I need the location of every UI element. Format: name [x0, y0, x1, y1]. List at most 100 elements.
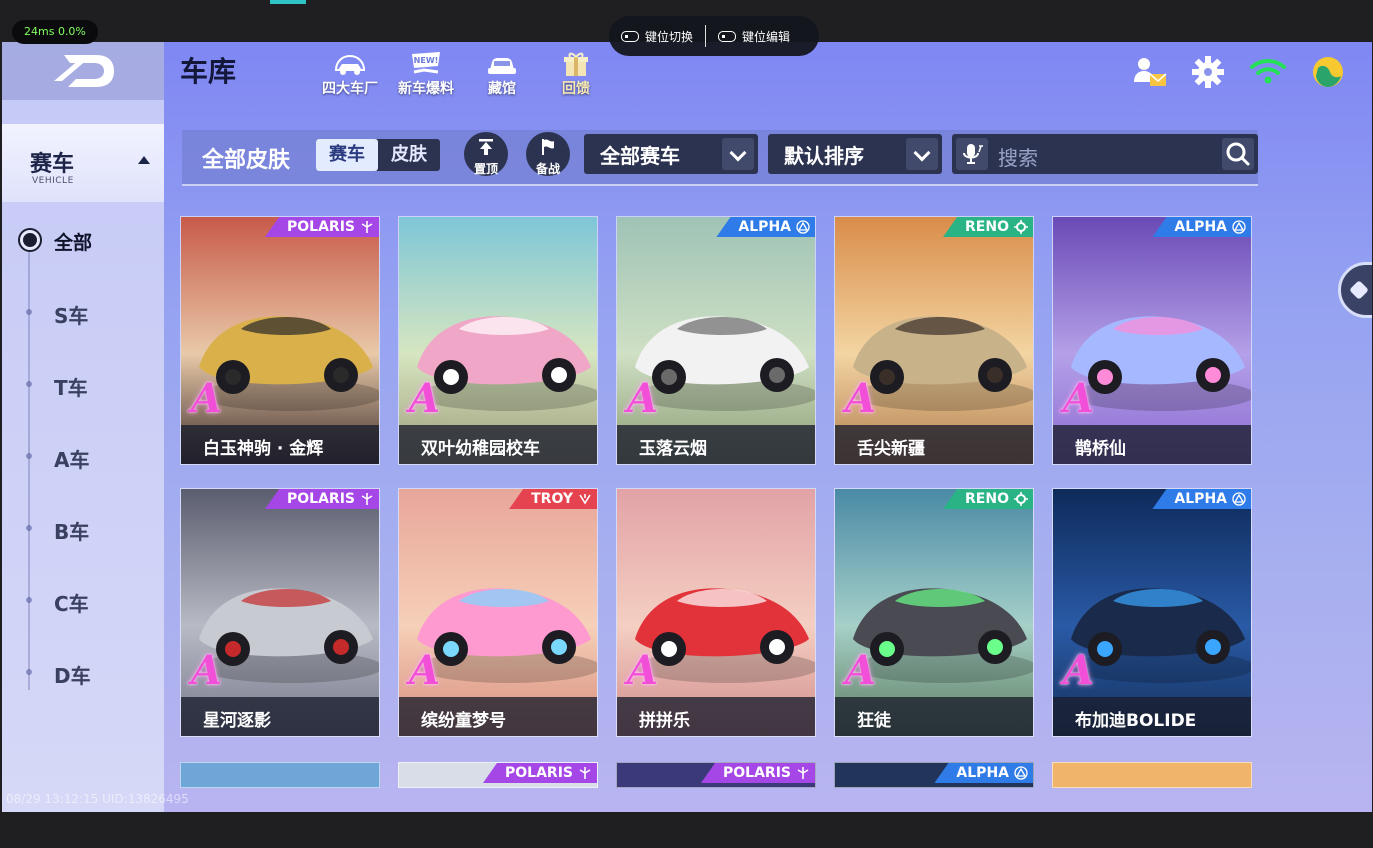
- reno-logo-icon: [1014, 492, 1028, 506]
- car-name: 玉落云烟: [639, 439, 707, 459]
- car-card[interactable]: TROY A 缤纷童梦号: [398, 488, 598, 737]
- voice-input-button[interactable]: [956, 138, 988, 170]
- class-label: D车: [54, 664, 91, 688]
- rail-dot-icon: [26, 525, 32, 531]
- brand-badge: RENO: [943, 217, 1033, 237]
- svg-text:NEW!: NEW!: [414, 56, 439, 65]
- car-name: 布加迪BOLIDE: [1075, 711, 1197, 731]
- sort-dropdown[interactable]: 默认排序: [768, 134, 942, 174]
- brand-badge: ALPHA: [1152, 489, 1251, 509]
- wifi-icon: [1250, 59, 1286, 84]
- polaris-logo-icon: [579, 767, 591, 779]
- ready-button[interactable]: 备战: [526, 132, 570, 176]
- key-edit-label: 键位编辑: [742, 29, 791, 44]
- troy-logo-icon: [579, 494, 591, 505]
- car-card[interactable]: RENO A 舌尖新疆: [834, 216, 1034, 465]
- name-bar: 双叶幼稚园校车: [399, 425, 597, 464]
- sort-value: 默认排序: [784, 144, 864, 168]
- new-badge-icon: NEW!: [412, 52, 440, 74]
- avatar-icon[interactable]: [1308, 52, 1348, 92]
- collection-car-icon: [488, 58, 516, 74]
- car-name: 拼拼乐: [639, 711, 690, 731]
- nav-label: 四大车厂: [322, 81, 378, 97]
- car-card[interactable]: A 双叶幼稚园校车: [398, 216, 598, 465]
- key-switch-label: 键位切换: [645, 29, 694, 44]
- car-card-partial[interactable]: POLARIS: [398, 762, 598, 788]
- car-card[interactable]: ALPHA A 鹊桥仙: [1052, 216, 1252, 465]
- brand-badge: TROY: [509, 489, 597, 509]
- perf-indicator: 24ms 0.0%: [12, 20, 98, 44]
- nav-rewards[interactable]: 回馈: [542, 48, 610, 98]
- pin-top-icon: [479, 139, 493, 155]
- alpha-logo-icon: [796, 220, 810, 234]
- gift-icon: [564, 52, 588, 76]
- game-logo[interactable]: [2, 42, 164, 100]
- car-filter-value: 全部赛车: [600, 144, 680, 168]
- brand-label: ALPHA: [1174, 491, 1227, 507]
- search-input[interactable]: 搜索: [998, 142, 1038, 171]
- class-item[interactable]: 全部: [2, 220, 164, 260]
- toggle-skin[interactable]: 皮肤: [378, 139, 440, 171]
- nav-new-cars[interactable]: NEW! 新车爆料: [392, 48, 460, 98]
- key-edit-button[interactable]: 键位编辑: [706, 28, 802, 45]
- class-item[interactable]: B车: [2, 508, 164, 548]
- friends-mail-icon[interactable]: [1130, 52, 1170, 92]
- grade-badge: A: [627, 375, 659, 422]
- car-name: 狂徒: [857, 711, 891, 731]
- class-label: B车: [54, 520, 90, 544]
- side-panel-handle[interactable]: [1338, 262, 1372, 318]
- car-card[interactable]: RENO A 狂徒: [834, 488, 1034, 737]
- class-label: S车: [54, 304, 89, 328]
- car-card-partial[interactable]: POLARIS: [616, 762, 816, 788]
- nav-four-factories[interactable]: 四大车厂: [316, 48, 384, 98]
- car-card-partial[interactable]: [180, 762, 380, 788]
- category-title: 赛车: [30, 152, 75, 177]
- car-card[interactable]: ALPHA A 布加迪BOLIDE: [1052, 488, 1252, 737]
- class-item[interactable]: S车: [2, 292, 164, 332]
- brand-badge: RENO: [943, 489, 1033, 509]
- chevron-down-icon: [722, 138, 754, 170]
- nav-collection[interactable]: 藏馆: [468, 48, 536, 98]
- gear-icon[interactable]: [1188, 52, 1228, 92]
- garage-screen: 赛车 VEHICLE 全部 S车 T车 A车 B车 C车 D车 车库 四大车厂 NEW! 新…: [2, 42, 1372, 812]
- class-label: 全部: [54, 232, 93, 254]
- car-card-partial[interactable]: [1052, 762, 1252, 788]
- class-item[interactable]: D车: [2, 652, 164, 692]
- car-factory-icon: [334, 54, 366, 75]
- collapse-arrow-icon[interactable]: [138, 156, 150, 164]
- uid-watermark: 08/29 13:12:15 UID:13826495: [6, 792, 189, 806]
- brand-label: RENO: [965, 491, 1009, 507]
- class-label: A车: [54, 448, 90, 472]
- car-card[interactable]: POLARIS A 白玉神驹 · 金辉: [180, 216, 380, 465]
- brand-badge: ALPHA: [1152, 217, 1251, 237]
- search-box: 搜索: [952, 134, 1258, 174]
- selected-radio-icon: [20, 230, 40, 250]
- car-name: 舌尖新疆: [857, 439, 925, 459]
- class-item[interactable]: T车: [2, 364, 164, 404]
- category-tab-vehicle[interactable]: 赛车 VEHICLE: [2, 124, 164, 202]
- chevron-down-icon: [906, 138, 938, 170]
- ready-label: 备战: [535, 162, 560, 176]
- class-item[interactable]: C车: [2, 580, 164, 620]
- name-bar: 白玉神驹 · 金辉: [181, 425, 379, 464]
- name-bar: 舌尖新疆: [835, 425, 1033, 464]
- keymap-toolbar: 键位切换 键位编辑: [609, 16, 819, 56]
- car-name: 双叶幼稚园校车: [421, 439, 540, 459]
- key-switch-button[interactable]: 键位切换: [609, 28, 705, 45]
- category-subtitle: VEHICLE: [32, 176, 74, 186]
- car-card-partial[interactable]: ALPHA: [834, 762, 1034, 788]
- class-item[interactable]: A车: [2, 436, 164, 476]
- car-card[interactable]: ALPHA A 玉落云烟: [616, 216, 816, 465]
- brand-label: ALPHA: [1174, 219, 1227, 235]
- car-card[interactable]: A 拼拼乐: [616, 488, 816, 737]
- page-title: 车库: [180, 55, 237, 88]
- car-name: 鹊桥仙: [1075, 439, 1126, 459]
- pin-top-button[interactable]: 置顶: [464, 132, 508, 176]
- car-card[interactable]: POLARIS A 星河逐影: [180, 488, 380, 737]
- search-button[interactable]: [1222, 138, 1254, 170]
- toggle-car[interactable]: 赛车: [316, 139, 378, 171]
- car-filter-dropdown[interactable]: 全部赛车: [584, 134, 758, 174]
- polaris-logo-icon: [361, 221, 373, 233]
- brand-label: POLARIS: [287, 219, 355, 235]
- gamepad-icon: [621, 30, 639, 42]
